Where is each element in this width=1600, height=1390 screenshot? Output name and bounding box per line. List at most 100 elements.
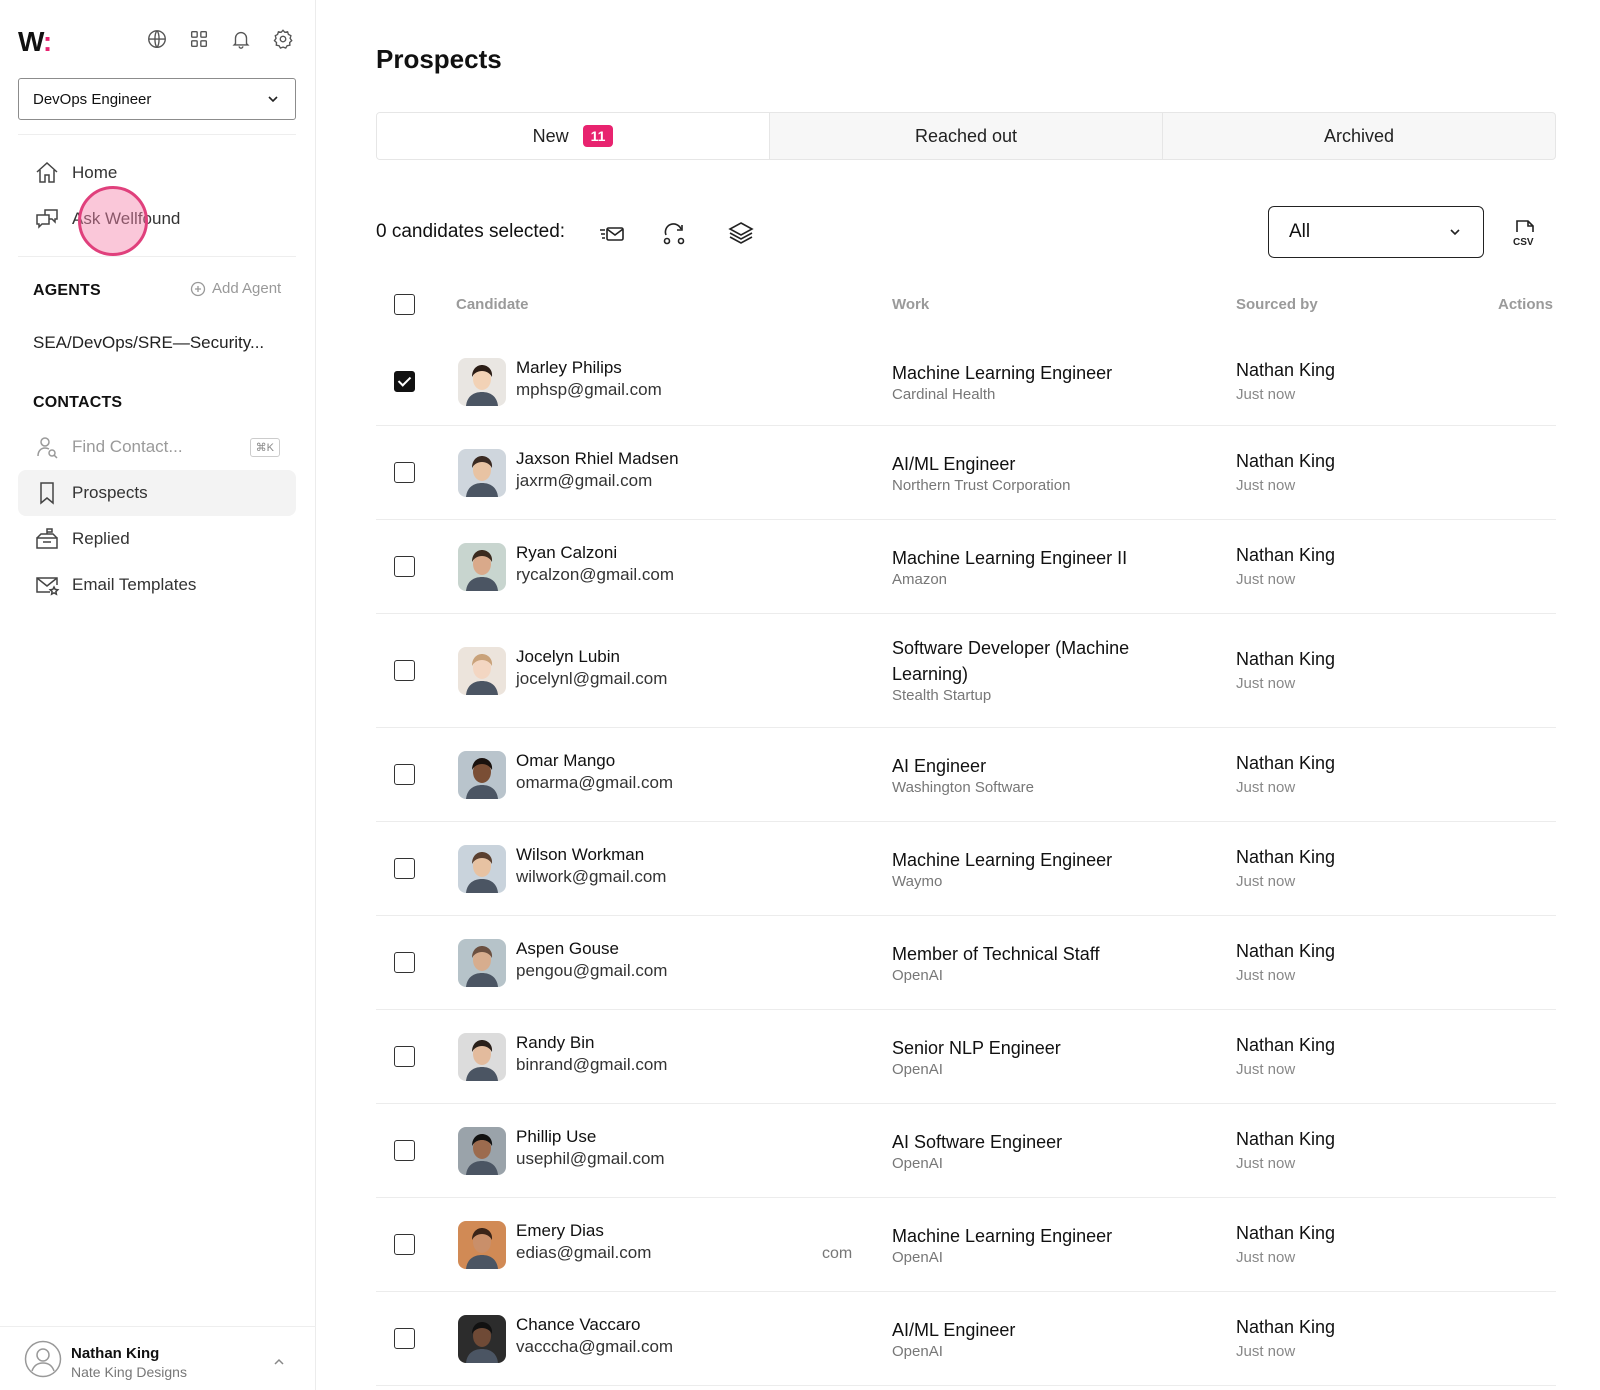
candidate-avatar[interactable] [458,543,506,591]
candidate-name[interactable]: Marley Philips [516,358,622,378]
select-all-checkbox[interactable] [394,294,415,315]
candidate-name[interactable]: Chance Vaccaro [516,1315,640,1335]
table-row[interactable]: Jaxson Rhiel Madsen jaxrm@gmail.com AI/M… [376,426,1556,520]
user-account-menu[interactable]: Nathan King Nate King Designs [0,1326,316,1390]
layers-icon[interactable] [727,219,755,247]
gear-icon[interactable] [272,28,294,50]
user-name: Nathan King [71,1345,160,1362]
find-contact-input[interactable]: Find Contact... ⌘K [18,424,296,470]
add-agent-button[interactable]: Add Agent [190,280,281,297]
grid-icon[interactable] [188,28,210,50]
table-row[interactable]: Emery Dias edias@gmail.com com Machine L… [376,1198,1556,1292]
candidate-name[interactable]: Emery Dias [516,1221,604,1241]
page-title: Prospects [376,44,502,74]
chevron-down-icon [1450,229,1460,236]
row-checkbox[interactable] [394,1140,415,1161]
tab-label: New [532,125,569,146]
row-checkbox[interactable] [394,1328,415,1349]
row-checkbox[interactable] [394,462,415,483]
sourced-time: Just now [1236,1249,1296,1266]
candidate-avatar[interactable] [458,751,506,799]
work-company: OpenAI [892,1061,943,1078]
table-row[interactable]: Aspen Gouse pengou@gmail.com Member of T… [376,916,1556,1010]
new-count-badge: 11 [582,125,614,147]
nav-item-email-templates[interactable]: Email Templates [18,562,296,608]
tab-new[interactable]: New 11 [377,113,770,159]
candidate-avatar[interactable] [458,1315,506,1363]
candidate-avatar[interactable] [458,1033,506,1081]
table-row[interactable]: Wilson Workman wilwork@gmail.com Machine… [376,822,1556,916]
candidate-avatar[interactable] [458,1127,506,1175]
work-title: Machine Learning Engineer [892,363,1113,383]
candidate-name[interactable]: Randy Bin [516,1033,594,1053]
job-role-select[interactable]: DevOps Engineer [18,78,296,120]
agent-item[interactable]: SEA/DevOps/SRE—Security... [33,333,264,353]
bookmark-icon [40,482,54,505]
row-checkbox[interactable] [394,952,415,973]
candidate-name[interactable]: Ryan Calzoni [516,543,617,563]
table-row[interactable]: Randy Bin binrand@gmail.com Senior NLP E… [376,1010,1556,1104]
wellfound-logo[interactable]: W: [18,26,52,58]
table-row[interactable]: Marley Philips mphsp@gmail.com Machine L… [376,338,1556,426]
csv-export-icon[interactable]: CSV [1511,218,1539,248]
candidate-avatar[interactable] [458,1221,506,1269]
work-company: Waymo [892,873,943,890]
table-row[interactable]: Jocelyn Lubin jocelynl@gmail.com Softwar… [376,614,1556,728]
chevron-down-icon [268,96,278,103]
nav-item-replied[interactable]: Replied [18,516,296,562]
work-company: Washington Software [892,779,1035,796]
table-row[interactable]: Ryan Calzoni rycalzon@gmail.com Machine … [376,520,1556,614]
nav-item-label: Home [72,163,118,182]
filter-value: All [1289,221,1311,242]
nav-item-home[interactable]: Home [18,150,296,196]
globe-icon[interactable] [146,28,168,50]
user-company: Nate King Designs [71,1364,187,1380]
email-template-icon [36,577,60,596]
row-checkbox[interactable] [394,858,415,879]
candidate-name[interactable]: Omar Mango [516,751,615,771]
sourced-by-name: Nathan King [1236,1317,1336,1337]
candidate-avatar[interactable] [458,449,506,497]
tab-label: Reached out [914,125,1018,146]
candidate-avatar[interactable] [458,358,506,406]
row-checkbox[interactable] [394,556,415,577]
row-checkbox[interactable] [394,660,415,681]
row-checkbox[interactable] [394,1046,415,1067]
work-company: Cardinal Health [892,386,996,403]
filter-select[interactable]: All [1268,206,1484,258]
row-checkbox[interactable] [394,371,415,392]
candidate-name[interactable]: Jaxson Rhiel Madsen [516,449,679,469]
candidate-avatar[interactable] [458,845,506,893]
candidate-name[interactable]: Jocelyn Lubin [516,647,620,667]
bell-icon[interactable] [230,28,252,50]
sourced-time: Just now [1236,873,1296,890]
candidate-avatar[interactable] [458,647,506,695]
candidate-email: vacccha@gmail.com [516,1337,674,1356]
table-row[interactable]: Chance Vaccaro vacccha@gmail.com AI/ML E… [376,1292,1556,1386]
candidate-email: jocelynl@gmail.com [516,669,668,688]
plus-circle-icon [190,281,206,296]
column-header-candidate[interactable]: Candidate [456,296,529,313]
nav-item-ask-wellfound[interactable]: Ask Wellfound [18,196,296,242]
column-header-sourced-by[interactable]: Sourced by [1236,296,1318,313]
nav-item-prospects[interactable]: Prospects [18,470,296,516]
table-row[interactable]: Omar Mango omarma@gmail.com AI Engineer … [376,728,1556,822]
candidate-avatar[interactable] [458,939,506,987]
candidate-name[interactable]: Wilson Workman [516,845,644,865]
work-company: OpenAI [892,1343,943,1360]
tab-archived[interactable]: Archived [1163,113,1555,159]
sourced-by-name: Nathan King [1236,941,1336,961]
table-row[interactable]: Phillip Use usephil@gmail.com AI Softwar… [376,1104,1556,1198]
candidate-name[interactable]: Phillip Use [516,1127,596,1147]
prospects-table: Marley Philips mphsp@gmail.com Machine L… [376,338,1556,1386]
candidate-name[interactable]: Aspen Gouse [516,939,619,959]
send-email-icon[interactable] [598,219,626,247]
sourced-by-name: Nathan King [1236,847,1336,867]
sourced-by-name: Nathan King [1236,360,1336,380]
tab-reached-out[interactable]: Reached out [770,113,1163,159]
row-checkbox[interactable] [394,764,415,785]
row-checkbox[interactable] [394,1234,415,1255]
reassign-icon[interactable] [660,219,688,247]
sourced-time: Just now [1236,571,1296,588]
column-header-work[interactable]: Work [892,296,929,313]
